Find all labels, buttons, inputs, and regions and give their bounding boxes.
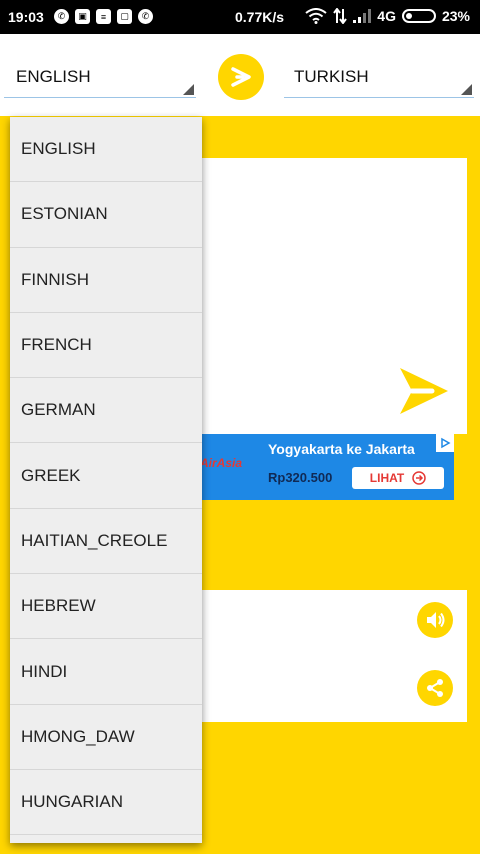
dropdown-item-hungarian[interactable]: HUNGARIAN <box>10 770 202 836</box>
target-language-label: TURKISH <box>294 67 369 86</box>
gallery-icon: ▣ <box>75 9 90 24</box>
dropdown-item-estonian[interactable]: ESTONIAN <box>10 182 202 248</box>
source-language-label: ENGLISH <box>16 67 91 86</box>
ad-banner[interactable]: AirAsia Yogyakarta ke Jakarta Rp320.500 … <box>200 434 454 500</box>
dropdown-arrow-icon <box>461 84 472 95</box>
wifi-icon <box>305 8 327 24</box>
network-type: 4G <box>377 8 396 24</box>
dropdown-item-greek[interactable]: GREEK <box>10 443 202 509</box>
ad-title: Yogyakarta ke Jakarta <box>268 441 415 457</box>
whatsapp-icon: ✆ <box>54 9 69 24</box>
ad-cta-label: LIHAT <box>369 471 405 485</box>
status-bar: 19:03 ✆ ▣ ≡ ▢ ✆ 0.77K/s 4G 23% <box>0 0 480 34</box>
target-language-select[interactable]: TURKISH <box>284 52 474 98</box>
ad-cta-button[interactable]: LIHAT <box>352 467 444 489</box>
speaker-icon <box>427 612 445 628</box>
dropdown-item-hmong-daw[interactable]: HMONG_DAW <box>10 705 202 770</box>
signal-icon <box>353 9 372 23</box>
language-toolbar: ENGLISH TURKISH <box>0 34 480 116</box>
dropdown-item-german[interactable]: GERMAN <box>10 378 202 444</box>
swap-languages-button[interactable] <box>218 54 264 100</box>
dropdown-item-french[interactable]: FRENCH <box>10 313 202 379</box>
whatsapp-icon: ✆ <box>138 9 153 24</box>
dropdown-item-haitian-creole[interactable]: HAITIAN_CREOLE <box>10 509 202 575</box>
language-dropdown-list[interactable]: ENGLISH ESTONIAN FINNISH FRENCH GERMAN G… <box>10 117 202 843</box>
share-icon <box>427 679 443 697</box>
dropdown-arrow-icon <box>183 84 194 95</box>
ad-brand-logo: AirAsia <box>200 456 243 470</box>
status-right: 4G 23% <box>305 8 470 24</box>
speak-button[interactable] <box>417 602 453 638</box>
dropdown-item-finnish[interactable]: FINNISH <box>10 248 202 313</box>
data-transfer-icon <box>333 8 348 24</box>
dropdown-item-hindi[interactable]: HINDI <box>10 639 202 705</box>
send-arrow-icon <box>400 368 448 414</box>
translate-button[interactable] <box>392 362 454 420</box>
network-speed: 0.77K/s <box>235 9 285 25</box>
ad-choices-icon[interactable] <box>436 434 454 452</box>
app-icon: ▢ <box>117 9 132 24</box>
message-icon: ≡ <box>96 9 111 24</box>
source-language-select[interactable]: ENGLISH <box>4 52 196 98</box>
ad-price: Rp320.500 <box>268 470 333 485</box>
notification-icons: ✆ ▣ ≡ ▢ ✆ <box>54 9 153 24</box>
share-button[interactable] <box>417 670 453 706</box>
battery-icon <box>401 9 436 23</box>
circle-arrow-icon <box>412 471 426 485</box>
battery-percent: 23% <box>441 8 470 24</box>
status-time: 19:03 <box>8 9 44 25</box>
dropdown-item-english[interactable]: ENGLISH <box>10 117 202 183</box>
dropdown-item-hebrew[interactable]: HEBREW <box>10 574 202 640</box>
arrow-right-icon <box>231 67 251 87</box>
